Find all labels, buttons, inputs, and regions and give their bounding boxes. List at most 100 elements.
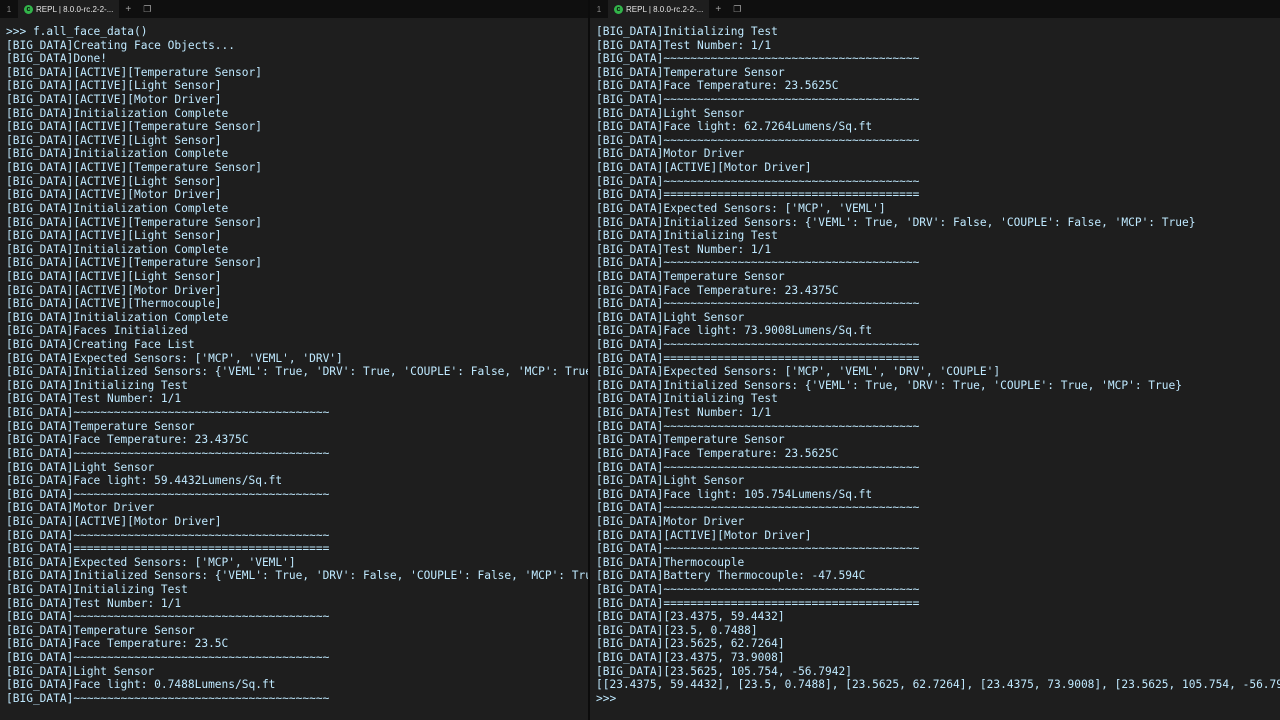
terminal-line: [BIG_DATA]Initializing Test bbox=[596, 25, 778, 38]
split-view: 1 c REPL | 8.0.0-rc.2-2-... + ❐ >>> f.al… bbox=[0, 0, 1280, 720]
terminal-line: [BIG_DATA]Initialization Complete bbox=[6, 147, 229, 161]
terminal-line: [BIG_DATA]Motor Driver bbox=[596, 514, 745, 528]
terminal-line: [BIG_DATA]Initialized Sensors: {'VEML': … bbox=[596, 378, 1182, 392]
terminal-line: [BIG_DATA][ACTIVE][Light Sensor] bbox=[6, 229, 222, 243]
tab-repl[interactable]: c REPL | 8.0.0-rc.2-2-... bbox=[608, 0, 710, 18]
window-icon[interactable]: ❐ bbox=[727, 4, 747, 15]
terminal-line: [BIG_DATA]~~~~~~~~~~~~~~~~~~~~~~~~~~~~~~… bbox=[596, 501, 920, 515]
terminal-line: [BIG_DATA]Face Temperature: 23.4375C bbox=[6, 433, 249, 447]
terminal-line: [BIG_DATA]~~~~~~~~~~~~~~~~~~~~~~~~~~~~~~… bbox=[596, 133, 920, 147]
terminal-line: [BIG_DATA]Temperature Sensor bbox=[6, 419, 195, 433]
terminal-line: [BIG_DATA]~~~~~~~~~~~~~~~~~~~~~~~~~~~~~~… bbox=[596, 174, 920, 188]
terminal-line: [BIG_DATA]Creating Face List bbox=[6, 338, 195, 352]
terminal-line: [BIG_DATA][ACTIVE][Thermocouple] bbox=[6, 297, 222, 311]
terminal-line: [BIG_DATA]Faces Initialized bbox=[6, 324, 188, 338]
terminal-line: [BIG_DATA][23.5625, 105.754, -56.7942] bbox=[596, 664, 852, 678]
terminal-line: [BIG_DATA]Face light: 59.4432Lumens/Sq.f… bbox=[6, 474, 283, 488]
terminal-line: [BIG_DATA]Done! bbox=[6, 52, 108, 66]
terminal-line: [BIG_DATA]==============================… bbox=[596, 596, 920, 610]
window-icon[interactable]: ❐ bbox=[137, 4, 157, 15]
terminal-line: [BIG_DATA][ACTIVE][Temperature Sensor] bbox=[6, 120, 262, 134]
terminal-line: [BIG_DATA]~~~~~~~~~~~~~~~~~~~~~~~~~~~~~~… bbox=[6, 610, 330, 624]
terminal-line: [BIG_DATA]Expected Sensors: ['MCP', 'VEM… bbox=[596, 365, 1001, 379]
terminal-line: [BIG_DATA][ACTIVE][Temperature Sensor] bbox=[6, 256, 262, 270]
terminal-line: [BIG_DATA]Face light: 62.7264Lumens/Sq.f… bbox=[596, 120, 873, 134]
terminal-line: [BIG_DATA]~~~~~~~~~~~~~~~~~~~~~~~~~~~~~~… bbox=[596, 338, 920, 352]
terminal-line: [BIG_DATA]Initialization Complete bbox=[6, 242, 229, 256]
terminal-line: [BIG_DATA]Face Temperature: 23.4375C bbox=[596, 283, 839, 297]
repl-icon: c bbox=[24, 4, 33, 14]
terminal-line: [BIG_DATA]Face Temperature: 23.5625C bbox=[596, 446, 839, 460]
terminal-line: [BIG_DATA]Light Sensor bbox=[596, 474, 745, 488]
terminal-line: [BIG_DATA]Light Sensor bbox=[6, 460, 155, 474]
terminal-line: [BIG_DATA]Creating Face Objects... bbox=[6, 38, 236, 52]
terminal-line: [BIG_DATA]Motor Driver bbox=[6, 501, 155, 515]
terminal-line: [BIG_DATA]==============================… bbox=[6, 542, 330, 556]
terminal-line: [BIG_DATA]Expected Sensors: ['MCP', 'VEM… bbox=[6, 555, 296, 569]
terminal-line: [BIG_DATA][ACTIVE][Motor Driver] bbox=[6, 514, 222, 528]
terminal-line: [BIG_DATA]Face Temperature: 23.5625C bbox=[596, 79, 839, 93]
tab-bar: 1 c REPL | 8.0.0-rc.2-2-... + ❐ bbox=[0, 0, 588, 18]
terminal-line: [BIG_DATA]Initialized Sensors: {'VEML': … bbox=[596, 215, 1196, 229]
terminal-pane-right[interactable]: 1 c REPL | 8.0.0-rc.2-2-... + ❐ [BIG_DAT… bbox=[590, 0, 1280, 720]
terminal-line: [BIG_DATA]Expected Sensors: ['MCP', 'VEM… bbox=[6, 351, 343, 365]
terminal-line: [BIG_DATA]~~~~~~~~~~~~~~~~~~~~~~~~~~~~~~… bbox=[596, 256, 920, 270]
terminal-line: [BIG_DATA]Motor Driver bbox=[596, 147, 745, 161]
terminal-line: [BIG_DATA]Initializing Test bbox=[596, 229, 778, 243]
terminal-line: [BIG_DATA]~~~~~~~~~~~~~~~~~~~~~~~~~~~~~~… bbox=[6, 487, 330, 501]
terminal-line: [BIG_DATA]Light Sensor bbox=[596, 310, 745, 324]
terminal-line: [BIG_DATA]~~~~~~~~~~~~~~~~~~~~~~~~~~~~~~… bbox=[6, 446, 330, 460]
terminal-line: [BIG_DATA]~~~~~~~~~~~~~~~~~~~~~~~~~~~~~~… bbox=[6, 651, 330, 665]
terminal-line: [BIG_DATA]Temperature Sensor bbox=[596, 269, 785, 283]
terminal-line: [BIG_DATA]Temperature Sensor bbox=[6, 623, 195, 637]
terminal-line: [BIG_DATA]~~~~~~~~~~~~~~~~~~~~~~~~~~~~~~… bbox=[596, 297, 920, 311]
terminal-line: [BIG_DATA]Initializing Test bbox=[6, 378, 188, 392]
terminal-line: [BIG_DATA]Light Sensor bbox=[6, 664, 155, 678]
terminal-line: [BIG_DATA]~~~~~~~~~~~~~~~~~~~~~~~~~~~~~~… bbox=[6, 691, 330, 705]
tab-repl[interactable]: c REPL | 8.0.0-rc.2-2-... bbox=[18, 0, 120, 18]
terminal-line: [BIG_DATA][ACTIVE][Motor Driver] bbox=[596, 161, 812, 175]
repl-icon: c bbox=[614, 4, 623, 14]
terminal-line: [BIG_DATA]~~~~~~~~~~~~~~~~~~~~~~~~~~~~~~… bbox=[596, 93, 920, 107]
terminal-line: [BIG_DATA]Test Number: 1/1 bbox=[596, 406, 772, 420]
tab-number: 1 bbox=[6, 4, 12, 14]
terminal-line: [BIG_DATA]Face Temperature: 23.5C bbox=[6, 637, 229, 651]
terminal-output[interactable]: >>> f.all_face_data() [BIG_DATA]Creating … bbox=[0, 18, 588, 705]
terminal-line: [BIG_DATA]~~~~~~~~~~~~~~~~~~~~~~~~~~~~~~… bbox=[6, 406, 330, 420]
terminal-line: [BIG_DATA][ACTIVE][Temperature Sensor] bbox=[6, 65, 262, 79]
terminal-line: [BIG_DATA][23.5625, 62.7264] bbox=[596, 637, 785, 651]
tab-bar: 1 c REPL | 8.0.0-rc.2-2-... + ❐ bbox=[590, 0, 1280, 18]
terminal-line: [BIG_DATA][ACTIVE][Temperature Sensor] bbox=[6, 215, 262, 229]
terminal-line: [BIG_DATA][ACTIVE][Light Sensor] bbox=[6, 269, 222, 283]
terminal-line: [BIG_DATA]Initializing Test bbox=[596, 392, 778, 406]
terminal-line: [BIG_DATA][ACTIVE][Motor Driver] bbox=[6, 93, 222, 107]
terminal-line: [BIG_DATA]Test Number: 1/1 bbox=[6, 392, 182, 406]
terminal-line: [BIG_DATA][23.5, 0.7488] bbox=[596, 623, 758, 637]
terminal-line: [BIG_DATA][ACTIVE][Motor Driver] bbox=[6, 188, 222, 202]
tab-title: REPL | 8.0.0-rc.2-2-... bbox=[36, 4, 114, 14]
terminal-line: [BIG_DATA]Initialized Sensors: {'VEML': … bbox=[6, 365, 590, 379]
terminal-line: [BIG_DATA]~~~~~~~~~~~~~~~~~~~~~~~~~~~~~~… bbox=[596, 419, 920, 433]
terminal-line: [BIG_DATA]Face light: 105.754Lumens/Sq.f… bbox=[596, 487, 873, 501]
terminal-line: >>> bbox=[596, 691, 617, 705]
tab-title: REPL | 8.0.0-rc.2-2-... bbox=[626, 4, 704, 14]
terminal-line: [BIG_DATA]Test Number: 1/1 bbox=[596, 242, 772, 256]
terminal-line: [[23.4375, 59.4432], [23.5, 0.7488], [23… bbox=[596, 678, 1280, 692]
terminal-line: [BIG_DATA]Thermocouple bbox=[596, 555, 745, 569]
tab-number: 1 bbox=[596, 4, 602, 14]
terminal-line: [BIG_DATA]Temperature Sensor bbox=[596, 65, 785, 79]
terminal-line: [BIG_DATA]Initialized Sensors: {'VEML': … bbox=[6, 569, 590, 583]
terminal-line: [BIG_DATA]~~~~~~~~~~~~~~~~~~~~~~~~~~~~~~… bbox=[596, 542, 920, 556]
terminal-line: [BIG_DATA][23.4375, 73.9008] bbox=[596, 651, 785, 665]
terminal-line: [BIG_DATA]Face light: 73.9008Lumens/Sq.f… bbox=[596, 324, 873, 338]
terminal-line: [BIG_DATA]==============================… bbox=[596, 351, 920, 365]
terminal-line: [BIG_DATA]Face light: 0.7488Lumens/Sq.ft bbox=[6, 678, 276, 692]
terminal-output[interactable]: [BIG_DATA]Initializing Test [BIG_DATA]Tes… bbox=[590, 18, 1280, 705]
terminal-line: [BIG_DATA]Initialization Complete bbox=[6, 106, 229, 120]
new-tab-button[interactable]: + bbox=[119, 4, 137, 15]
terminal-line: [BIG_DATA]Battery Thermocouple: -47.594C bbox=[596, 569, 866, 583]
terminal-line: [BIG_DATA]Test Number: 1/1 bbox=[6, 596, 182, 610]
new-tab-button[interactable]: + bbox=[709, 4, 727, 15]
terminal-line: [BIG_DATA][ACTIVE][Motor Driver] bbox=[596, 528, 812, 542]
terminal-pane-left[interactable]: 1 c REPL | 8.0.0-rc.2-2-... + ❐ >>> f.al… bbox=[0, 0, 590, 720]
